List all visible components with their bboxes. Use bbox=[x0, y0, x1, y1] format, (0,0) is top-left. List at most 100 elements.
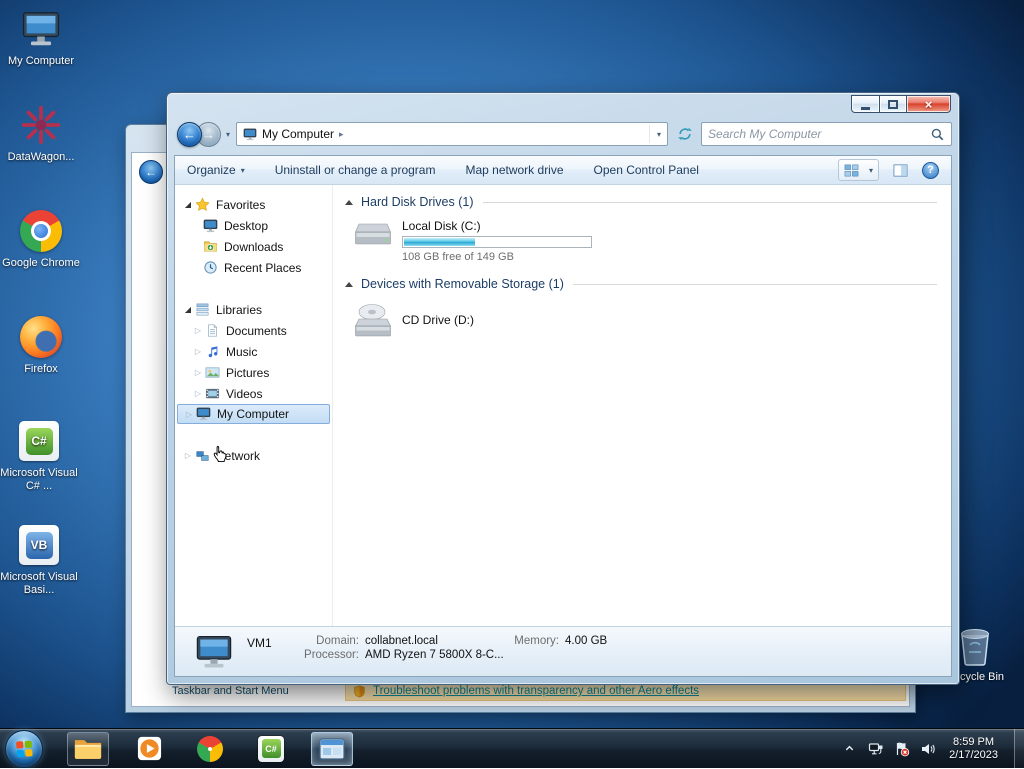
window-caption-buttons: × bbox=[851, 95, 951, 113]
memory-value: 4.00 GB bbox=[565, 635, 608, 647]
help-button[interactable]: ? bbox=[922, 161, 939, 179]
close-icon: × bbox=[924, 96, 933, 112]
start-button[interactable] bbox=[5, 729, 43, 768]
group-header-removable-storage[interactable]: Devices with Removable Storage (1) bbox=[345, 277, 937, 291]
desktop-icon-label: Firefox bbox=[24, 363, 58, 375]
taskbar-button-chrome[interactable] bbox=[189, 732, 231, 766]
search-input[interactable] bbox=[708, 127, 930, 141]
minimize-button[interactable] bbox=[851, 95, 880, 113]
chevron-expanded-icon[interactable]: ◢ bbox=[182, 305, 194, 314]
uninstall-label: Uninstall or change a program bbox=[274, 163, 436, 177]
capacity-bar-fill bbox=[404, 238, 475, 246]
breadcrumb-location[interactable]: My Computer bbox=[262, 127, 334, 141]
chevron-collapsed-icon[interactable]: ▷ bbox=[192, 347, 204, 356]
desktop-icon-firefox[interactable]: Firefox bbox=[2, 314, 80, 376]
address-dropdown-button[interactable]: ▾ bbox=[649, 125, 661, 143]
cursor-icon bbox=[209, 443, 231, 467]
taskbar-button-active-explorer-window[interactable] bbox=[311, 731, 353, 766]
refresh-button[interactable] bbox=[671, 122, 698, 146]
chevron-collapsed-icon[interactable]: ▷ bbox=[182, 451, 194, 460]
taskbar-button-media-player[interactable] bbox=[128, 732, 170, 766]
chevron-collapsed-icon[interactable]: ▷ bbox=[192, 326, 204, 335]
organize-label: Organize bbox=[187, 163, 236, 177]
aero-troubleshoot-link[interactable]: Troubleshoot problems with transparency … bbox=[373, 685, 699, 697]
group-header-line bbox=[482, 201, 937, 203]
drive-label: CD Drive (D:) bbox=[402, 313, 474, 327]
change-view-button[interactable]: ▾ bbox=[837, 159, 879, 181]
desktop-icon-label: Google Chrome bbox=[2, 257, 80, 269]
volume-icon[interactable] bbox=[919, 741, 936, 757]
sidebar-item-pictures[interactable]: ▷ Pictures bbox=[175, 362, 332, 383]
sidebar-item-videos[interactable]: ▷ Videos bbox=[175, 383, 332, 404]
organize-button[interactable]: Organize ▾ bbox=[187, 163, 245, 177]
cd-drive-item[interactable]: CD Drive (D:) bbox=[353, 301, 937, 339]
memory-label: Memory: bbox=[514, 635, 559, 647]
visual-basic-icon: VB bbox=[19, 525, 59, 565]
domain-label: Domain: bbox=[316, 635, 359, 647]
group-title: Hard Disk Drives (1) bbox=[361, 195, 474, 209]
maximize-button[interactable] bbox=[879, 95, 907, 113]
uninstall-program-button[interactable]: Uninstall or change a program bbox=[275, 163, 436, 177]
back-button[interactable]: ← bbox=[177, 121, 202, 147]
taskbar-button-explorer[interactable] bbox=[67, 731, 109, 766]
address-bar[interactable]: My Computer ▸ ▾ bbox=[236, 122, 669, 146]
help-icon: ? bbox=[927, 164, 934, 176]
sidebar-item-network[interactable]: ▷ Network bbox=[175, 445, 332, 466]
sidebar-item-downloads[interactable]: Downloads bbox=[175, 236, 332, 257]
downloads-icon bbox=[202, 239, 219, 254]
taskbar-and-start-menu-link[interactable]: Taskbar and Start Menu bbox=[172, 685, 289, 697]
desktop-icon-visual-basic[interactable]: VB Microsoft Visual Basi... bbox=[0, 522, 78, 597]
taskbar-button-visual-csharp[interactable]: C# bbox=[250, 732, 292, 766]
chevron-collapsed-icon[interactable]: ▷ bbox=[183, 410, 195, 419]
refresh-icon bbox=[677, 126, 693, 142]
music-icon bbox=[204, 345, 221, 359]
breadcrumb-chevron-icon[interactable]: ▸ bbox=[339, 129, 344, 140]
show-desktop-button[interactable] bbox=[1014, 728, 1024, 769]
group-header-hard-disk-drives[interactable]: Hard Disk Drives (1) bbox=[345, 195, 937, 209]
my-computer-icon bbox=[21, 6, 61, 52]
sidebar-item-libraries[interactable]: ◢ Libraries bbox=[175, 299, 332, 320]
chevron-expanded-icon[interactable]: ◢ bbox=[182, 200, 194, 209]
sidebar-item-desktop[interactable]: Desktop bbox=[175, 215, 332, 236]
details-computer-icon bbox=[195, 634, 233, 670]
sidebar-item-label: Videos bbox=[226, 386, 263, 401]
map-network-drive-button[interactable]: Map network drive bbox=[465, 163, 563, 177]
sidebar-item-label: My Computer bbox=[217, 407, 290, 421]
map-drive-label: Map network drive bbox=[465, 163, 564, 177]
sidebar-item-music[interactable]: ▷ Music bbox=[175, 341, 332, 362]
system-tray: 8:59 PM 2/17/2023 bbox=[841, 728, 1024, 769]
group-title: Devices with Removable Storage (1) bbox=[361, 277, 564, 291]
action-center-flag-icon[interactable] bbox=[893, 741, 910, 757]
search-box[interactable] bbox=[701, 122, 952, 146]
visual-csharp-icon: C# bbox=[258, 735, 284, 762]
firefox-icon bbox=[20, 316, 62, 358]
back-icon: ← bbox=[145, 165, 157, 179]
desktop-icon-my-computer[interactable]: My Computer bbox=[2, 6, 80, 68]
local-disk-item[interactable]: Local Disk (C:) 108 GB free of 149 GB bbox=[353, 219, 937, 263]
close-button[interactable]: × bbox=[906, 95, 951, 113]
preview-pane-button[interactable] bbox=[892, 163, 909, 178]
clock-time: 8:59 PM bbox=[953, 735, 995, 748]
sidebar-item-recent-places[interactable]: Recent Places bbox=[175, 257, 332, 278]
visual-csharp-icon: C# bbox=[19, 421, 59, 461]
favorites-star-icon bbox=[194, 197, 211, 212]
details-fields: Domain: collabnet.local Memory: 4.00 GB … bbox=[291, 627, 607, 661]
chevron-collapsed-icon[interactable]: ▷ bbox=[192, 389, 204, 398]
network-status-icon[interactable] bbox=[867, 741, 884, 757]
sidebar-item-my-computer[interactable]: ▷ My Computer bbox=[177, 404, 330, 424]
search-icon[interactable] bbox=[930, 127, 945, 142]
desktop-icon-datawagon[interactable]: DataWagon... bbox=[2, 102, 80, 164]
desktop-icon-label: Microsoft Visual C# ... bbox=[0, 467, 78, 492]
control-panel-label: Open Control Panel bbox=[593, 163, 699, 177]
desktop-icon-visual-csharp[interactable]: C# Microsoft Visual C# ... bbox=[0, 418, 78, 493]
sidebar-item-favorites[interactable]: ◢ Favorites bbox=[175, 194, 332, 215]
chrome-icon bbox=[197, 735, 223, 762]
background-back-button[interactable]: ← bbox=[139, 160, 163, 184]
tray-expand-button[interactable] bbox=[841, 743, 858, 754]
open-control-panel-button[interactable]: Open Control Panel bbox=[594, 163, 699, 177]
chevron-collapsed-icon[interactable]: ▷ bbox=[192, 368, 204, 377]
desktop-icon-google-chrome[interactable]: Google Chrome bbox=[2, 208, 80, 270]
taskbar-clock[interactable]: 8:59 PM 2/17/2023 bbox=[949, 736, 998, 762]
recent-pages-dropdown[interactable]: ▾ bbox=[226, 130, 230, 139]
sidebar-item-documents[interactable]: ▷ Documents bbox=[175, 320, 332, 341]
